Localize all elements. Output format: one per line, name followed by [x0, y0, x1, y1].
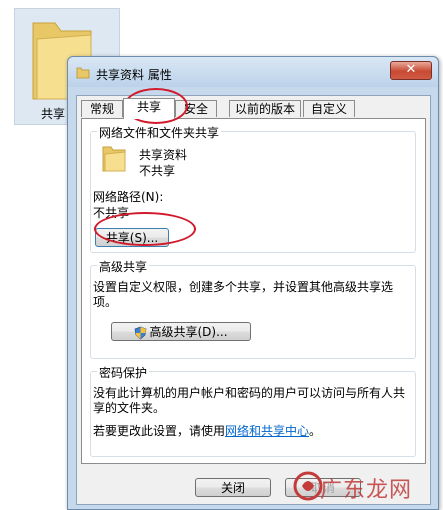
tab-security[interactable]: 安全: [175, 100, 217, 117]
advanced-sharing-button-label: 高级共享(D)...: [149, 325, 228, 339]
change-setting-prefix: 若要更改此设置，请使用: [93, 424, 226, 438]
window-title: 共享资料 属性: [96, 68, 172, 82]
change-setting-line: 若要更改此设置，请使用网络和共享中心。: [93, 422, 321, 439]
sharing-panel: 网络文件和文件夹共享 共享资料 不共享 网络路径(N): 不共享 共享(S)..…: [81, 118, 426, 464]
group-title: 高级共享: [97, 258, 150, 275]
group-title: 密码保护: [97, 364, 150, 381]
close-window-button[interactable]: ✕: [390, 61, 432, 80]
close-icon: ✕: [405, 62, 417, 77]
tab-sharing[interactable]: 共享: [123, 98, 175, 119]
desktop-folder-label: 共享: [41, 107, 66, 121]
advanced-sharing-group: 高级共享 设置自定义权限，创建多个共享，并设置其他高级共享选项。 高级共享(D)…: [90, 258, 416, 359]
dialog-client: 常规 共享 安全 以前的版本 自定义 网络文件和文件夹共享 共享资料 不共享 网…: [76, 95, 431, 505]
watermark-text: 广东龙网: [320, 478, 413, 503]
close-button[interactable]: 关闭: [195, 478, 271, 497]
tab-customize[interactable]: 自定义: [303, 100, 355, 117]
shield-icon: [135, 326, 147, 339]
network-path-value: 不共享: [93, 206, 130, 220]
network-sharing-group: 网络文件和文件夹共享 共享资料 不共享 网络路径(N): 不共享 共享(S)..…: [90, 124, 416, 253]
shared-folder-status: 不共享: [139, 164, 176, 178]
network-path-label: 网络路径(N):: [93, 190, 164, 204]
tab-general[interactable]: 常规: [81, 100, 123, 117]
folder-icon: [102, 146, 126, 172]
title-bar[interactable]: 共享资料 属性 ✕: [68, 57, 438, 87]
change-setting-suffix: 。: [309, 424, 322, 438]
shared-folder-name: 共享资料: [139, 148, 188, 162]
advanced-sharing-button[interactable]: 高级共享(D)...: [111, 322, 251, 341]
tab-previous-versions[interactable]: 以前的版本: [229, 100, 301, 117]
advanced-sharing-description: 设置自定义权限，创建多个共享，并设置其他高级共享选项。: [93, 280, 394, 309]
share-button[interactable]: 共享(S)...: [95, 228, 169, 247]
password-protection-group: 密码保护 没有此计算机的用户帐户和密码的用户可以访问与所有人共享的文件夹。 若要…: [90, 364, 416, 457]
properties-dialog: 共享资料 属性 ✕ 常规 共享 安全 以前的版本 自定义 网络文件和文件夹共享 …: [67, 56, 439, 510]
password-protection-description: 没有此计算机的用户帐户和密码的用户可以访问与所有人共享的文件夹。: [93, 386, 406, 415]
group-title: 网络文件和文件夹共享: [97, 124, 222, 141]
folder-icon: [76, 67, 90, 79]
network-sharing-center-link[interactable]: 网络和共享中心: [225, 424, 309, 438]
